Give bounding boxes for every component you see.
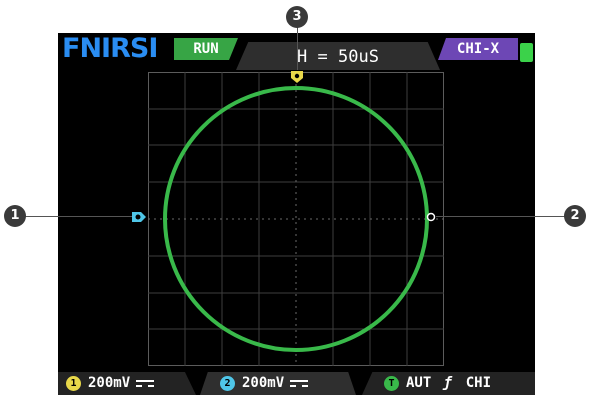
ch1-badge: 1 xyxy=(66,376,81,391)
trigger-source: CHI xyxy=(465,375,492,391)
battery-icon xyxy=(520,43,533,62)
callout-1-leader xyxy=(20,216,132,217)
trigger-mode: AUT xyxy=(406,375,432,391)
rising-edge-icon: ƒ xyxy=(443,375,452,391)
dc-coupling-icon xyxy=(290,380,309,387)
callout-3-leader xyxy=(297,26,298,70)
display-mode-button[interactable]: CHI-X xyxy=(438,38,518,60)
ch2-scale-bar[interactable]: 2 200mV xyxy=(200,372,356,395)
ch2-badge: 2 xyxy=(220,376,235,391)
trigger-badge: T xyxy=(384,376,399,391)
ch1-position-marker[interactable] xyxy=(131,211,147,223)
brand-logo: FNIRSI xyxy=(62,33,158,64)
callout-1: 1 xyxy=(4,205,26,227)
callout-2: 2 xyxy=(564,205,586,227)
waveform-grid xyxy=(148,72,444,366)
ch1-scale-bar[interactable]: 1 200mV xyxy=(58,372,196,395)
ch1-volts-div: 200mV xyxy=(88,375,131,391)
trigger-position-marker[interactable] xyxy=(290,70,304,84)
ch2-volts-div: 200mV xyxy=(242,375,285,391)
time-base-readout[interactable]: H = 50uS xyxy=(236,42,440,70)
callout-3: 3 xyxy=(286,6,308,28)
trigger-settings-bar[interactable]: T AUT ƒ CHI xyxy=(362,372,535,395)
run-stop-button[interactable]: RUN xyxy=(174,38,238,60)
ch2-position-marker[interactable] xyxy=(426,212,436,222)
dc-coupling-icon xyxy=(136,380,155,387)
callout-2-leader xyxy=(436,216,568,217)
